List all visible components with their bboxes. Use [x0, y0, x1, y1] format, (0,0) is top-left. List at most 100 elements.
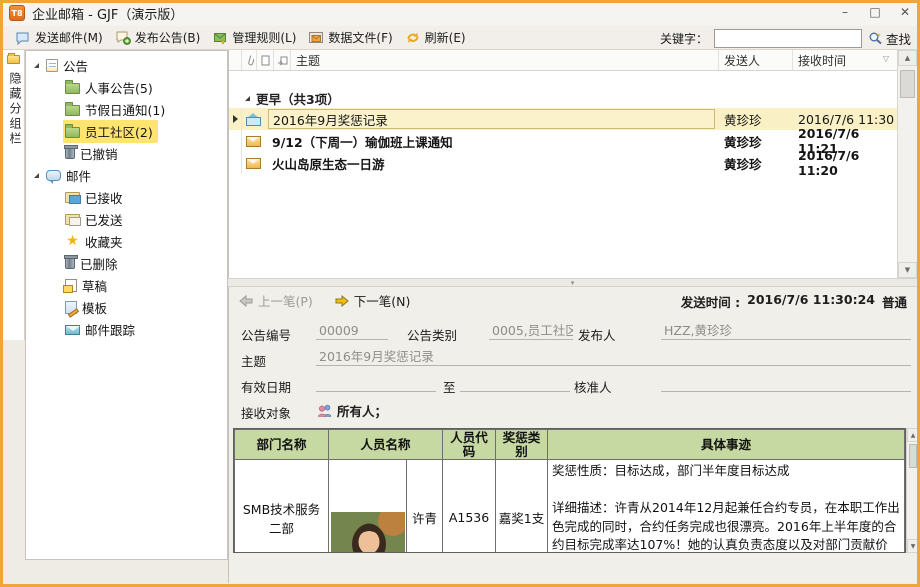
flag-column-header[interactable]	[274, 50, 291, 70]
category-label: 公告类别	[407, 325, 457, 344]
sidebar-item-label: 节假日通知(1)	[85, 100, 165, 119]
received-column-header[interactable]: 接收时间▽	[793, 50, 898, 70]
row-sender: 黄珍珍	[719, 154, 793, 173]
send-mail-button[interactable]: 发送邮件(M)	[9, 27, 109, 48]
valid-from-value	[316, 374, 436, 392]
inbox-icon	[65, 192, 80, 203]
template-icon	[65, 301, 77, 314]
scrollbar-thumb[interactable]	[909, 444, 917, 468]
sidebar-item-label: 邮件	[66, 166, 91, 185]
folder-icon	[65, 127, 80, 138]
sidebar-item-label: 员工社区(2)	[85, 122, 153, 141]
sidebar-item-templates[interactable]: 模板	[26, 296, 227, 318]
sidebar-item-label: 收藏夹	[85, 232, 123, 251]
find-icon	[868, 31, 883, 45]
page-icon	[261, 55, 270, 66]
pane-splitter[interactable]: ▾	[228, 278, 917, 287]
category-value: 0005,员工社区	[489, 322, 573, 340]
sidebar-item-mail[interactable]: 邮件	[26, 164, 227, 186]
sidebar-item-inbox[interactable]: 已接收	[26, 186, 227, 208]
post-announcement-label: 发布公告(B)	[135, 29, 201, 46]
list-row[interactable]: 火山岛原生态一日游 黄珍珍 2016/7/6 11:20	[229, 152, 917, 174]
row-gutter	[229, 108, 242, 130]
scroll-up-button[interactable]: ▲	[907, 428, 919, 442]
sidebar-item-hr-announcements[interactable]: 人事公告(5)	[26, 76, 227, 98]
group-expander-icon[interactable]	[245, 96, 250, 101]
scroll-down-button[interactable]: ▼	[907, 539, 919, 553]
list-scrollbar[interactable]: ▲ ▼	[897, 50, 917, 278]
message-list: 主题 发送人 接收时间▽ 更早（共3项） 2016年9月奖惩记录 黄珍珍 201…	[228, 50, 917, 278]
sidebar-item-label: 已发送	[85, 210, 123, 229]
employee-photo	[331, 512, 405, 553]
row-subject: 9/12（下周一）瑜伽班上课通知	[268, 131, 715, 151]
close-button[interactable]: ✕	[890, 2, 920, 22]
title-bar: T8 企业邮箱 - GJF（演示版） – □ ✕	[0, 0, 920, 26]
received-column-label: 接收时间	[798, 52, 846, 69]
scroll-down-button[interactable]: ▼	[898, 262, 917, 278]
scrollbar-thumb[interactable]	[900, 70, 915, 98]
list-group-header[interactable]: 更早（共3项）	[229, 88, 917, 108]
priority-badge: 普通	[882, 292, 907, 311]
sent-icon	[65, 214, 80, 225]
minimize-button[interactable]: –	[830, 2, 860, 22]
previous-arrow-icon	[239, 295, 253, 307]
previous-record-label: 上一笔(P)	[258, 291, 313, 310]
sidebar-item-sent[interactable]: 已发送	[26, 208, 227, 230]
trash-icon	[65, 257, 75, 269]
expander-icon[interactable]	[34, 63, 39, 68]
cell-person-code: A1536	[443, 460, 496, 554]
keyword-input[interactable]	[714, 29, 862, 48]
main-toolbar: 发送邮件(M) 发布公告(B) 管理规则(L) 数据文件(F) 刷新(E) 关键…	[3, 26, 917, 50]
manage-rules-label: 管理规则(L)	[232, 29, 296, 46]
sent-time-label: 发送时间 :	[681, 292, 740, 311]
sidebar-item-label: 已删除	[80, 254, 118, 273]
post-announcement-button[interactable]: 发布公告(B)	[109, 27, 207, 48]
to-label: 至	[443, 377, 456, 396]
sidebar-item-label: 已接收	[85, 188, 123, 207]
maximize-button[interactable]: □	[860, 2, 890, 22]
document-column-header[interactable]	[257, 50, 274, 70]
data-files-label: 数据文件(F)	[328, 29, 392, 46]
reward-record-table: 部门名称 人员名称 人员代码 奖惩类别 具体事迹 SMB技术服务二部	[233, 428, 906, 553]
sidebar-item-holiday-notices[interactable]: 节假日通知(1)	[26, 98, 227, 120]
recipients-value: 所有人；	[337, 401, 387, 420]
data-files-icon	[308, 30, 324, 45]
manage-rules-button[interactable]: 管理规则(L)	[206, 27, 302, 48]
sidebar-item-revoked[interactable]: 已撤销	[26, 142, 227, 164]
mail-closed-icon	[246, 158, 261, 169]
subject-column-header[interactable]: 主题	[291, 50, 719, 70]
hide-group-bar-tab[interactable]: 隐藏分组栏	[3, 50, 25, 340]
sidebar-item-mail-tracking[interactable]: 邮件跟踪	[26, 318, 227, 340]
sidebar-item-announcements[interactable]: 公告	[26, 54, 227, 76]
find-button[interactable]: 查找	[868, 29, 913, 48]
scroll-up-button[interactable]: ▲	[898, 50, 917, 66]
manage-rules-icon	[212, 30, 228, 45]
data-files-button[interactable]: 数据文件(F)	[302, 27, 398, 48]
sidebar-item-deleted[interactable]: 已删除	[26, 252, 227, 274]
sender-column-header[interactable]: 发送人	[719, 50, 793, 70]
folder-icon	[65, 83, 80, 94]
col-person-code: 人员代码	[443, 430, 496, 460]
group-label: 更早（共3项）	[256, 89, 340, 108]
approver-value	[661, 374, 911, 392]
sidebar-item-label: 公告	[63, 56, 88, 75]
refresh-button[interactable]: 刷新(E)	[399, 27, 472, 48]
sidebar-item-drafts[interactable]: 草稿	[26, 274, 227, 296]
attachment-column-header[interactable]	[242, 50, 257, 70]
col-details: 具体事迹	[548, 430, 905, 460]
previous-record-button[interactable]: 上一笔(P)	[239, 291, 313, 310]
send-mail-icon	[15, 30, 31, 45]
row-sender: 黄珍珍	[719, 110, 793, 129]
sidebar-item-employee-community[interactable]: 员工社区(2)	[26, 120, 227, 142]
next-arrow-icon	[335, 295, 349, 307]
table-scrollbar[interactable]: ▲ ▼	[906, 428, 919, 553]
mail-open-icon	[246, 113, 261, 126]
expander-icon[interactable]	[34, 173, 39, 178]
col-person-name: 人员名称	[329, 430, 443, 460]
hide-group-bar-label: 隐藏分组栏	[7, 72, 24, 147]
sidebar-item-favorites[interactable]: ★收藏夹	[26, 230, 227, 252]
paperclip-icon	[245, 54, 254, 66]
sidebar-item-label: 已撤销	[80, 144, 118, 163]
row-gutter	[229, 130, 242, 152]
next-record-button[interactable]: 下一笔(N)	[335, 291, 411, 310]
